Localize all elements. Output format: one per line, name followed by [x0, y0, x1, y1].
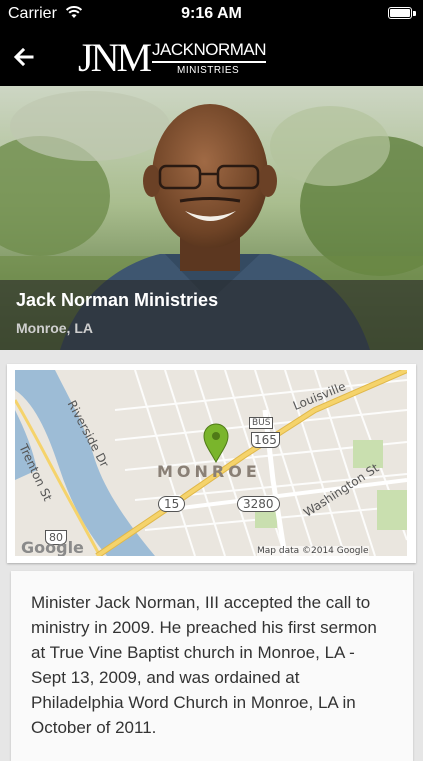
hero-location: Monroe, LA — [16, 320, 93, 336]
location-map[interactable]: Riverside Dr Trenton St Washington St Lo… — [15, 370, 407, 556]
hero-caption: Jack Norman Ministries Monroe, LA — [0, 280, 423, 350]
google-watermark: Google — [21, 538, 84, 556]
logo-name: JACKNORMAN — [152, 41, 267, 63]
hero-banner: Jack Norman Ministries Monroe, LA — [0, 86, 423, 350]
city-label: MONROE — [157, 462, 261, 481]
bus-shield: BUS — [249, 417, 274, 429]
description-card: Minister Jack Norman, III accepted the c… — [11, 571, 413, 761]
hero-title: Jack Norman Ministries — [16, 290, 219, 310]
route-165-shield: 165 — [251, 432, 280, 448]
status-bar: Carrier 9:16 AM — [0, 0, 423, 29]
navigation-bar: JNM JACKNORMAN MINISTRIES — [0, 29, 423, 86]
clock: 9:16 AM — [181, 5, 242, 22]
route-15-shield: 15 — [158, 496, 186, 512]
logo-monogram: JNM — [78, 35, 152, 80]
arrow-left-icon — [13, 47, 34, 67]
battery-icon — [388, 7, 412, 19]
map-attribution[interactable]: Map data ©2014 Google — [257, 546, 369, 556]
logo-subtitle: MINISTRIES — [177, 65, 240, 76]
route-3280-shield: 3280 — [237, 496, 280, 512]
map-card: Riverside Dr Trenton St Washington St Lo… — [7, 364, 416, 563]
battery-tip — [413, 11, 416, 16]
logo: JNM JACKNORMAN MINISTRIES — [78, 35, 278, 81]
back-button[interactable] — [11, 44, 37, 70]
description-text: Minister Jack Norman, III accepted the c… — [31, 593, 377, 737]
